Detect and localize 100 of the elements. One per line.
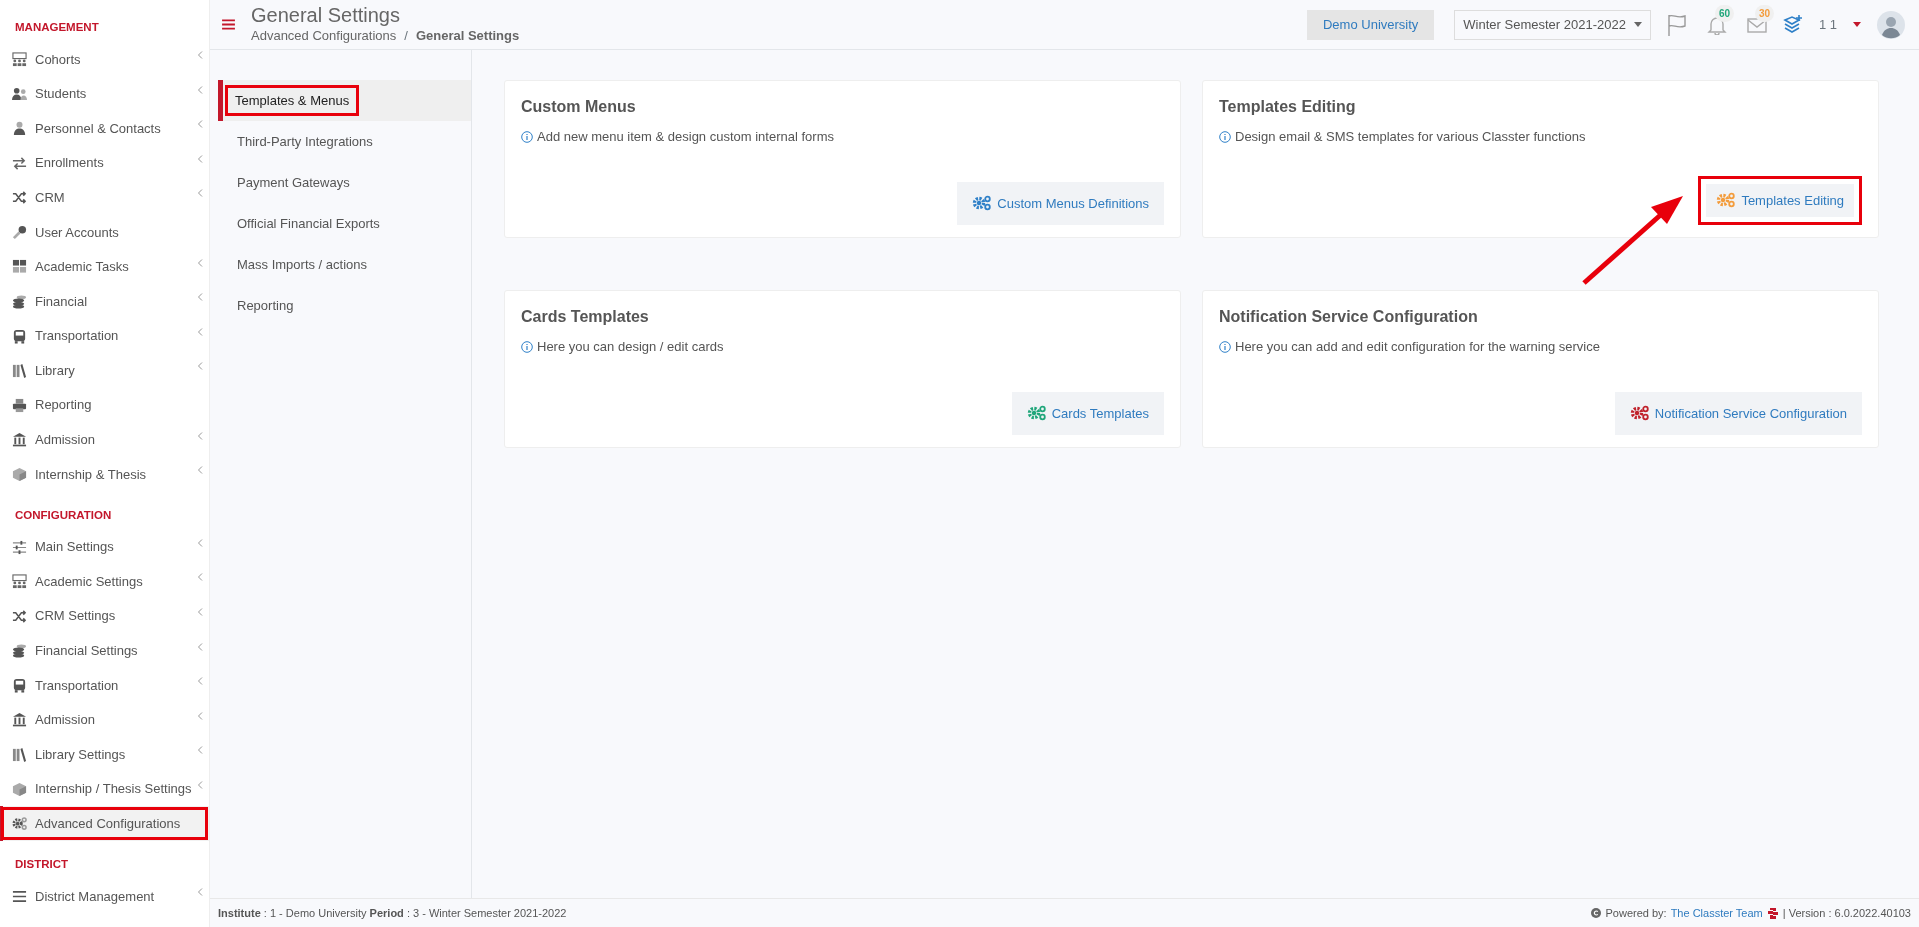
card-description: Here you can add and edit configuration for the warning service (1235, 338, 1600, 356)
info-icon (521, 130, 533, 143)
chevron-icon (197, 293, 203, 302)
chevron-icon (197, 607, 203, 616)
chevron-icon (197, 258, 203, 267)
card-description: Design email & SMS templates for various Classter functions (1235, 128, 1586, 146)
sidebar-item[interactable]: Cohorts (0, 42, 209, 77)
cube-icon (11, 466, 28, 482)
chevron-icon (197, 642, 203, 651)
sidebar-item[interactable]: District Management (0, 879, 209, 914)
sidebar-item[interactable]: Internship / Thesis Settings (0, 771, 209, 807)
sidebar-item[interactable]: Personnel & Contacts (0, 111, 209, 146)
shuffle-icon (11, 190, 28, 206)
sidebar-item[interactable]: CRM Settings (0, 598, 209, 634)
sidebar-item[interactable]: Financial (0, 284, 209, 319)
breadcrumb-link[interactable]: Advanced Configurations (251, 25, 397, 46)
card-title: Cards Templates (521, 307, 650, 327)
chevron-icon (197, 51, 203, 59)
chevron-icon (197, 711, 203, 720)
chevron-icon (197, 746, 203, 755)
card-description: Add new menu item & design custom internal forms (537, 128, 834, 146)
users-icon (11, 86, 28, 102)
bus-icon (11, 677, 28, 693)
info-icon (1219, 130, 1231, 143)
building-icon (11, 712, 28, 728)
sidebar-item[interactable]: Enrollments (0, 145, 209, 181)
group-icon (11, 574, 28, 590)
settings-tab[interactable]: Official Financial Exports (218, 203, 471, 244)
chevron-icon (197, 189, 203, 198)
sidebar-item[interactable]: Reporting (0, 387, 209, 423)
chevron-icon (197, 431, 203, 440)
sidebar-item[interactable]: Advanced Configurations (0, 806, 209, 842)
sidebar-item[interactable]: Academic Settings (0, 564, 209, 599)
key-icon (11, 224, 28, 240)
card-action-button[interactable]: Custom Menus Definitions (957, 181, 1164, 225)
chevron-icon (197, 362, 203, 371)
sidebar-item[interactable]: Main Settings (0, 529, 209, 565)
footer-info: Institute : 1 - Demo University Period : 3 - Winter Semester 2021-2022 (218, 905, 567, 921)
card-action-button[interactable]: Cards Templates (1011, 391, 1164, 435)
breadcrumb-current: General Settings (415, 26, 520, 45)
sliders-icon (11, 539, 28, 555)
sidebar-item[interactable]: Academic Tasks (0, 249, 209, 285)
settings-tab[interactable]: Payment Gateways (218, 162, 471, 203)
chevron-icon (197, 538, 203, 547)
coins-icon (11, 293, 28, 309)
user-menu[interactable]: 1 1 (1818, 14, 1837, 35)
sidebar-item[interactable]: Library (0, 353, 209, 388)
section-heading: CONFIGURATION (14, 508, 113, 524)
card-action-button[interactable]: Templates Editing (1698, 175, 1862, 225)
sidebar-item[interactable]: Students (0, 76, 209, 112)
building-icon (11, 432, 28, 448)
sidebar-item[interactable]: Admission (0, 422, 209, 458)
sidebar-item[interactable]: Library Settings (0, 737, 209, 772)
flag-icon (1666, 13, 1687, 36)
count-badge: 60 (1714, 5, 1735, 23)
chevron-icon (197, 780, 203, 789)
powered-by-text: Powered by: (1605, 905, 1667, 921)
coins-icon (11, 643, 28, 659)
books-icon (11, 747, 28, 763)
grid-icon (11, 259, 28, 275)
chevron-icon (197, 327, 203, 336)
section-heading: DISTRICT (14, 857, 70, 873)
caret-icon (1853, 22, 1861, 27)
sidebar-item[interactable]: Admission (0, 702, 209, 738)
cube-icon (11, 781, 28, 797)
sidebar-item[interactable]: Financial Settings (0, 633, 209, 669)
caret-icon (1633, 22, 1642, 27)
card-title: Custom Menus (521, 97, 637, 117)
chevron-icon (197, 154, 203, 163)
shuffle-icon (11, 608, 28, 624)
chevron-icon (197, 573, 203, 582)
sidebar-item[interactable]: Transportation (0, 668, 209, 703)
logo-icon (1766, 907, 1779, 919)
sidebar-item[interactable]: User Accounts (0, 214, 209, 250)
card-title: Templates Editing (1219, 97, 1357, 117)
settings-tab[interactable]: Templates & Menus (218, 80, 471, 121)
menu-icon (222, 19, 235, 30)
bus-icon (11, 328, 28, 344)
settings-tab[interactable]: Reporting (218, 285, 471, 326)
printer-icon (11, 397, 28, 413)
info-icon (521, 340, 533, 353)
group-icon (11, 51, 28, 67)
card-action-button[interactable]: Notification Service Configuration (1614, 391, 1862, 435)
version-text: | Version : 6.0.2022.40103 (1782, 905, 1911, 921)
breadcrumb-separator: / (404, 26, 408, 45)
team-link[interactable]: The Classter Team (1670, 904, 1763, 922)
avatar-icon (1877, 10, 1905, 39)
chevron-icon (197, 677, 203, 686)
settings-tab[interactable]: Third-Party Integrations (218, 121, 471, 162)
copyright-icon (1591, 908, 1602, 918)
info-icon (1219, 340, 1231, 353)
sidebar-item[interactable]: Internship & Thesis (0, 457, 209, 492)
institute-button[interactable]: Demo University (1306, 9, 1435, 40)
chevron-icon (197, 85, 203, 94)
books-icon (11, 363, 28, 379)
settings-tab[interactable]: Mass Imports / actions (218, 244, 471, 285)
sidebar-item[interactable]: CRM (0, 180, 209, 215)
sidebar-item[interactable]: Transportation (0, 318, 209, 354)
gears-icon (11, 816, 28, 832)
period-select[interactable]: Winter Semester 2021-2022 (1454, 9, 1651, 40)
